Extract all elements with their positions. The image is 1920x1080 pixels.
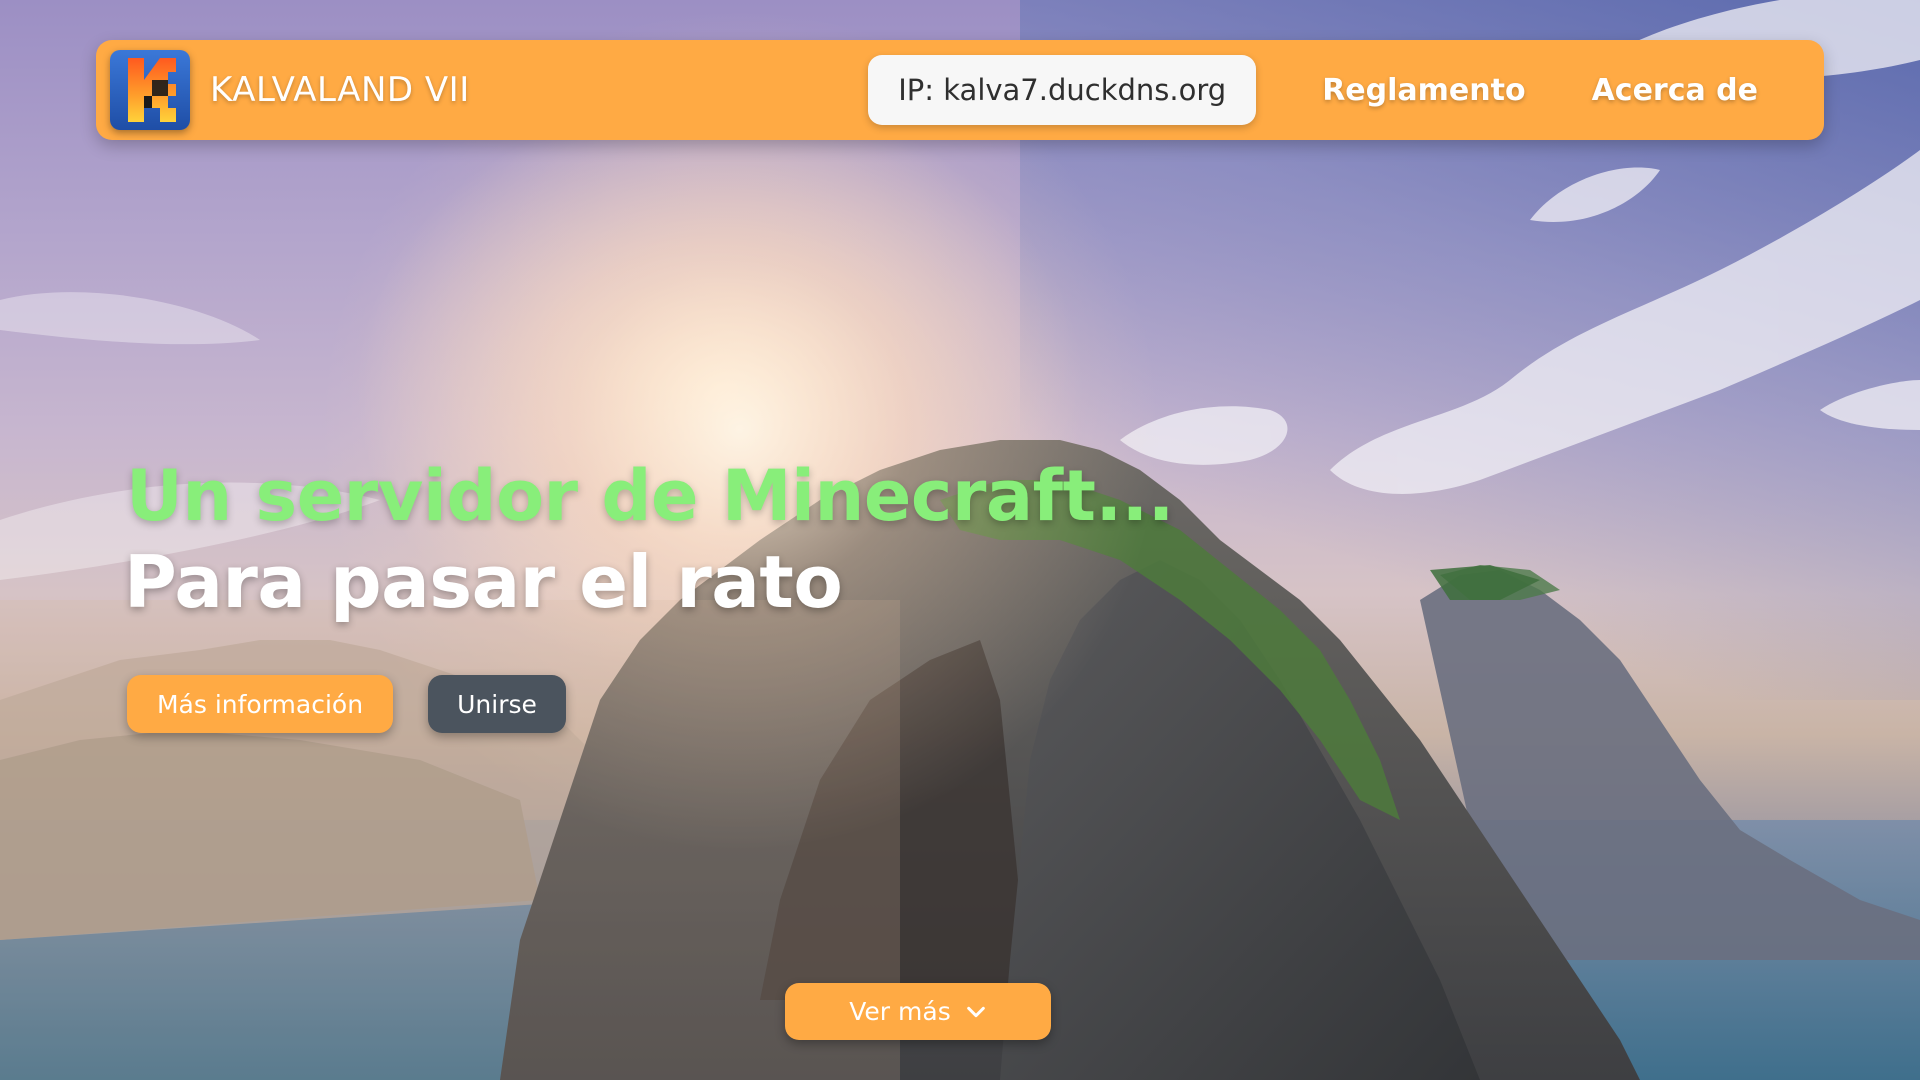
hero-subheadline: Para pasar el rato bbox=[124, 540, 843, 624]
more-info-button[interactable]: Más información bbox=[127, 675, 393, 733]
nav-link-acerca-de[interactable]: Acerca de bbox=[1592, 73, 1758, 108]
join-button[interactable]: Unirse bbox=[428, 675, 566, 733]
top-navbar: KALVALAND VII IP: kalva7.duckdns.org Reg… bbox=[96, 40, 1824, 140]
chevron-down-icon bbox=[966, 1006, 985, 1017]
server-ip-button[interactable]: IP: kalva7.duckdns.org bbox=[868, 55, 1257, 125]
see-more-button[interactable]: Ver más bbox=[785, 983, 1051, 1040]
hero-headline: Un servidor de Minecraft... bbox=[126, 455, 1174, 537]
see-more-label: Ver más bbox=[849, 997, 951, 1026]
kalvaland-k-logo-icon[interactable] bbox=[110, 50, 190, 130]
site-brand-title[interactable]: KALVALAND VII bbox=[210, 70, 868, 110]
nav-link-reglamento[interactable]: Reglamento bbox=[1322, 73, 1525, 108]
